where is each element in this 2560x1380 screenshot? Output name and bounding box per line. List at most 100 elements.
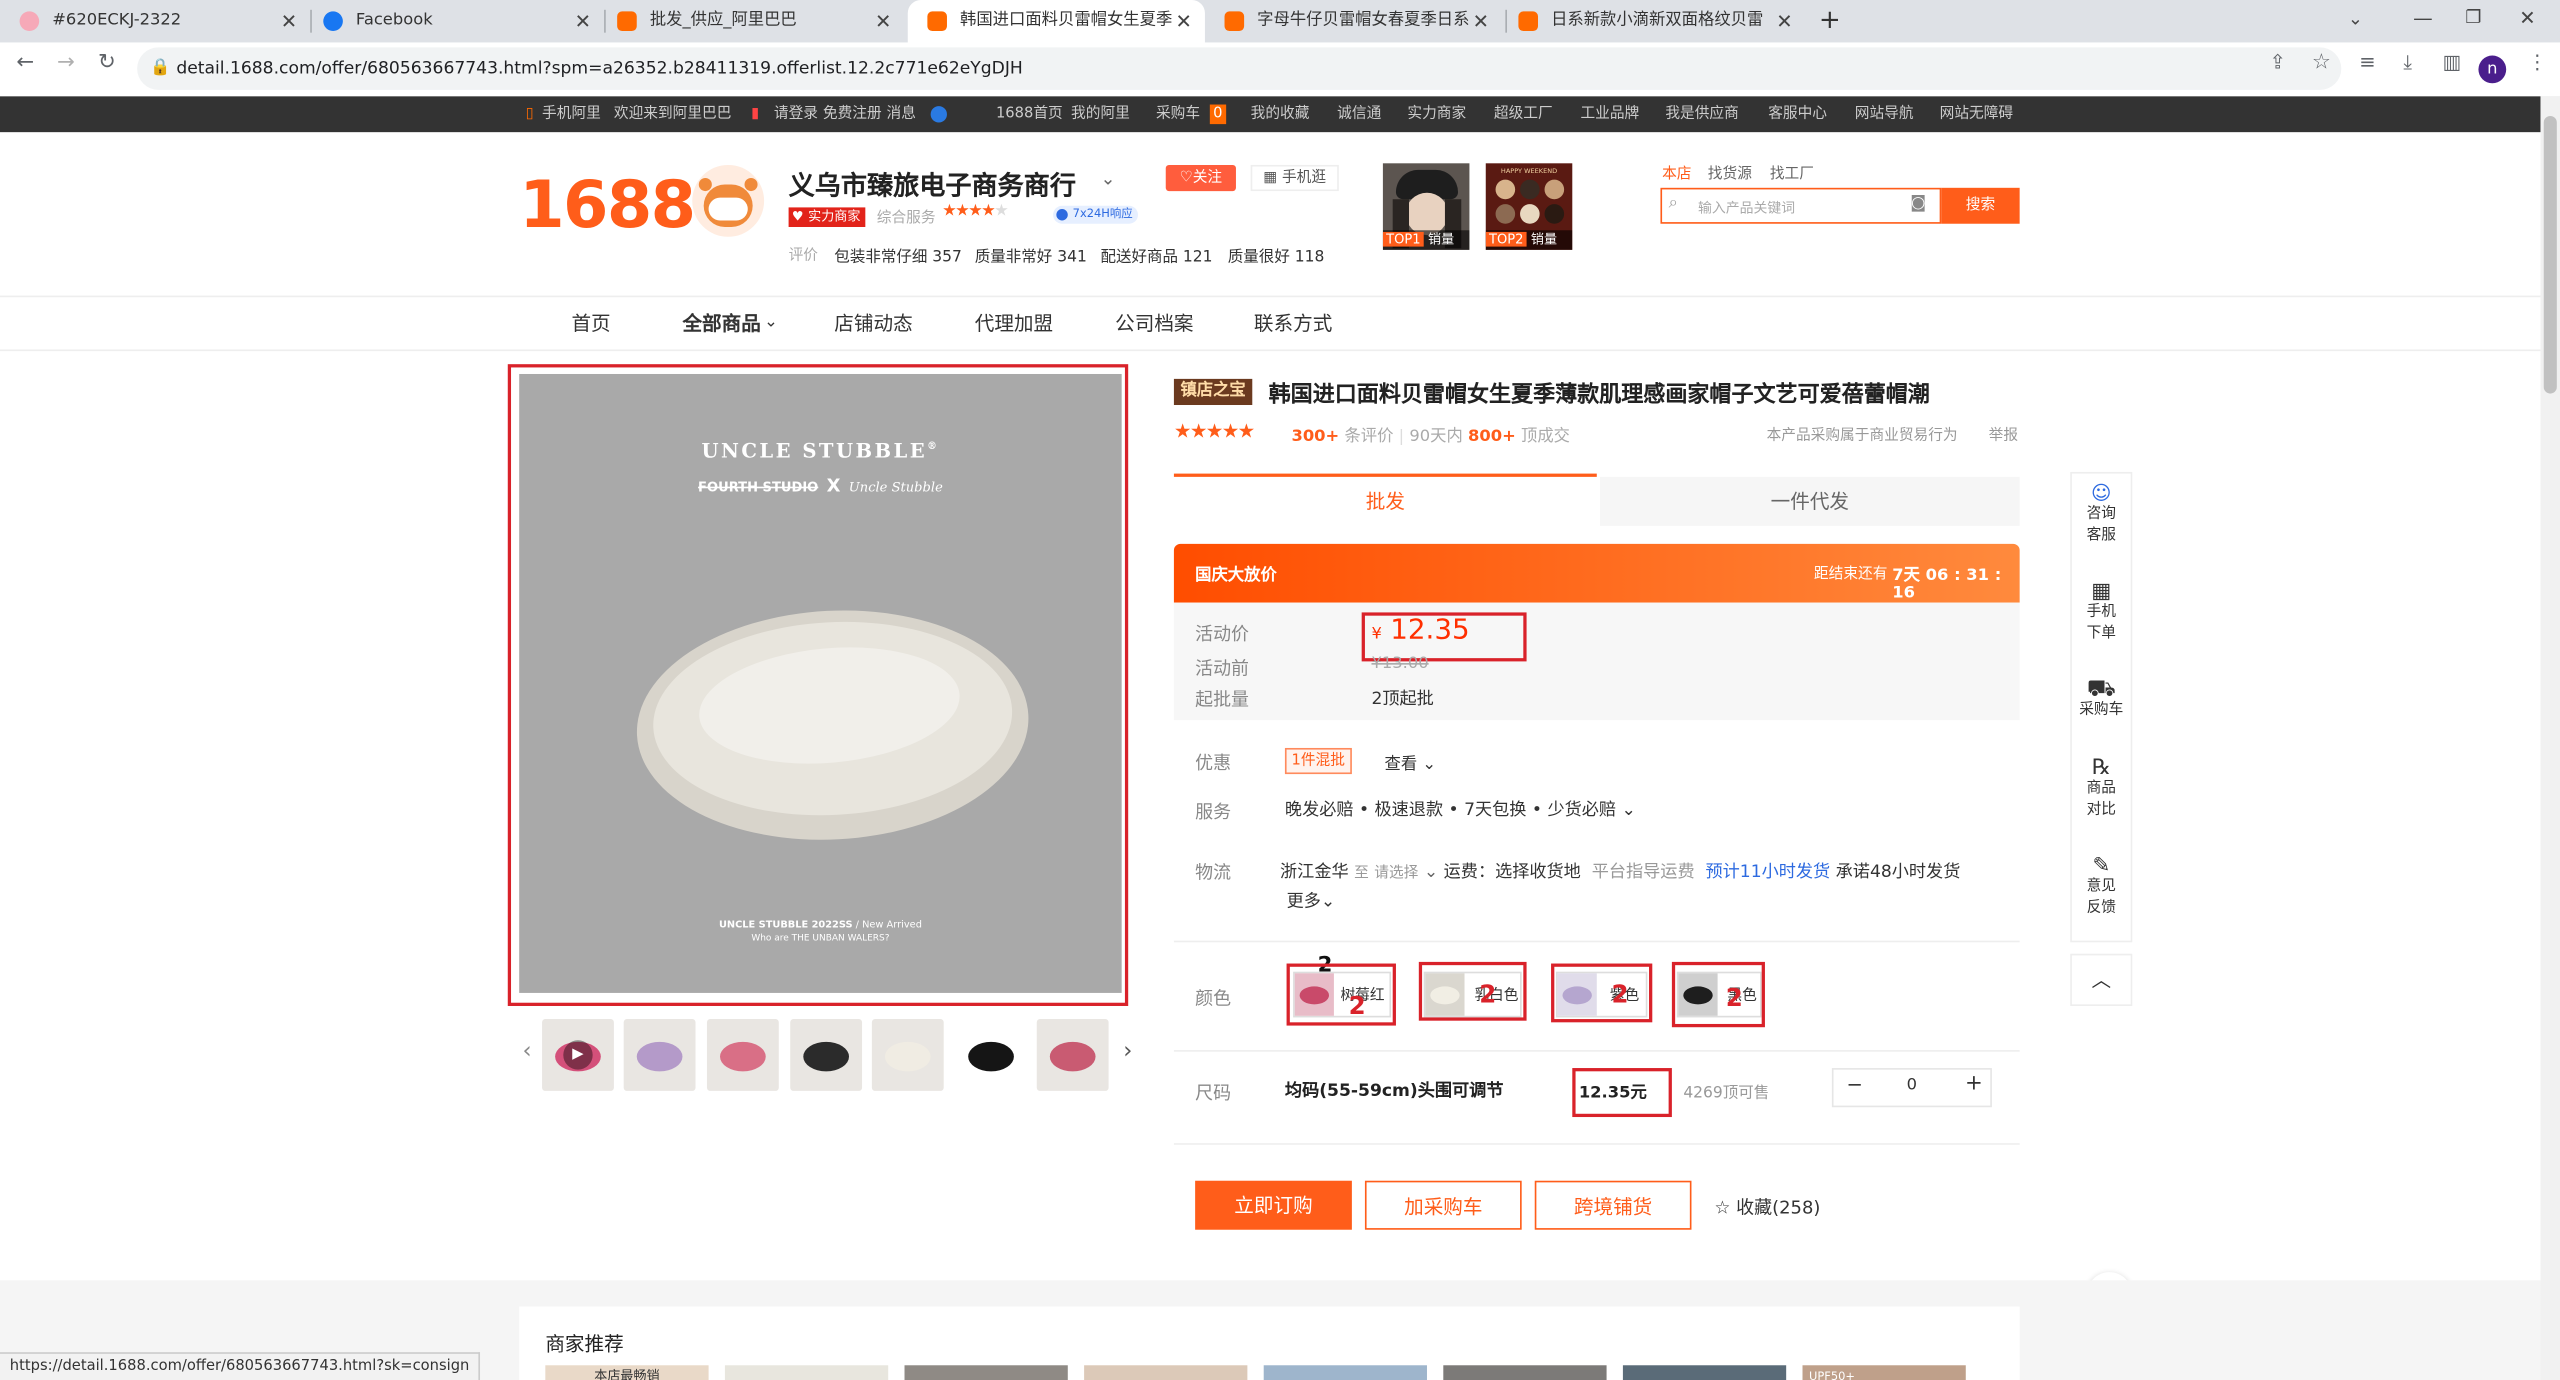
tab-search-icon[interactable]: ⌄ — [2348, 8, 2363, 29]
nav-contact[interactable]: 联系方式 — [1254, 297, 1332, 349]
recommend-card[interactable]: 本店最畅销 — [545, 1365, 709, 1380]
scrollbar-thumb[interactable] — [2543, 115, 2557, 394]
tab-current-product[interactable]: 韩国进口面料贝雷帽女生夏季薄 ✕ — [907, 0, 1205, 43]
supplier-link[interactable]: 我是供应商 — [1665, 96, 1738, 132]
home-link[interactable]: 1688首页 — [996, 96, 1063, 132]
address-bar[interactable]: 🔒 detail.1688.com/offer/680563667743.htm… — [137, 47, 2342, 90]
reading-list-icon[interactable]: ≡ — [2359, 51, 2375, 74]
close-icon[interactable]: ✕ — [281, 0, 297, 42]
nav-shop-news[interactable]: 店铺动态 — [834, 297, 912, 349]
thumb-next-icon[interactable]: › — [1123, 1039, 1132, 1065]
nav-all-products[interactable]: 全部商品 — [682, 297, 760, 349]
close-icon[interactable]: ✕ — [875, 0, 891, 42]
side-panel-icon[interactable]: ▥ — [2443, 51, 2462, 74]
quantity-stepper[interactable]: − 0 + — [1831, 1068, 1992, 1108]
sidebar-cart[interactable]: ⛟ 采购车 — [2070, 678, 2132, 721]
close-icon[interactable]: ✕ — [1175, 0, 1191, 42]
search-tab-factory[interactable]: 找工厂 — [1770, 162, 1814, 183]
tab-denim-beret[interactable]: 字母牛仔贝雷帽女春夏季日系显 ✕ — [1205, 0, 1502, 42]
shop-name[interactable]: 义乌市臻旅电子商务商行 — [789, 163, 1076, 202]
recommend-card[interactable] — [1263, 1365, 1427, 1380]
nav-company-profile[interactable]: 公司档案 — [1115, 297, 1193, 349]
super-factory-link[interactable]: 超级工厂 — [1494, 96, 1553, 132]
service-center-link[interactable]: 客服中心 — [1768, 96, 1827, 132]
site-nav-link[interactable]: 网站导航 — [1855, 96, 1914, 132]
logistics-more-link[interactable]: 更多⌄ — [1287, 888, 1336, 912]
recommend-card[interactable] — [1622, 1365, 1787, 1380]
recommend-card[interactable] — [904, 1365, 1068, 1380]
follow-button[interactable]: ♡关注 — [1165, 164, 1236, 192]
page-scrollbar[interactable] — [2540, 96, 2560, 1380]
1688-logo[interactable]: 1688 — [519, 168, 696, 243]
quantity-input[interactable]: 0 — [1892, 1076, 1931, 1094]
recommend-card[interactable] — [1443, 1365, 1607, 1380]
report-link[interactable]: 举报 — [1989, 423, 2018, 444]
forward-icon[interactable]: → — [57, 51, 75, 75]
share-icon[interactable]: ⇪ — [2269, 51, 2285, 74]
service-guarantees[interactable]: 晚发必赔 • 极速退款 • 7天包换 • 少货必赔 ⌄ — [1285, 797, 1636, 821]
back-icon[interactable]: ← — [16, 51, 34, 75]
industrial-brand-link[interactable]: 工业品牌 — [1580, 96, 1639, 132]
strong-merchant-link[interactable]: 实力商家 — [1407, 96, 1466, 132]
favorite-button[interactable]: ☆ 收藏(258) — [1714, 1194, 1820, 1220]
minus-button[interactable]: − — [1842, 1073, 1868, 1096]
thumb-prev-icon[interactable]: ‹ — [522, 1039, 531, 1065]
review-summary[interactable]: 300+ 条评价 | 90天内 800+ 顶成交 — [1291, 421, 1570, 446]
top1-product-image[interactable]: TOP1 销量 — [1382, 163, 1470, 250]
favorites-link[interactable]: 我的收藏 — [1251, 96, 1310, 132]
messages-link[interactable]: 消息 — [887, 96, 916, 132]
profile-avatar[interactable]: n — [2478, 55, 2507, 84]
sidebar-compare[interactable]: ℞ 商品对比 — [2070, 758, 2132, 822]
accessibility-link[interactable]: 网站无障碍 — [1940, 96, 2013, 132]
camera-icon[interactable]: ◙ — [1910, 194, 1926, 212]
nav-agent[interactable]: 代理加盟 — [975, 297, 1053, 349]
reload-icon[interactable]: ↻ — [98, 51, 116, 75]
tab-facebook[interactable]: Facebook ✕ — [304, 0, 604, 42]
tab-plaid-beret[interactable]: 日系新款小滴新双面格纹贝雷帽 ✕ — [1499, 0, 1806, 42]
shop-avatar[interactable] — [692, 164, 765, 237]
thumbnail[interactable] — [706, 1019, 779, 1091]
my-alibaba-link[interactable]: 我的阿里 — [1071, 96, 1130, 132]
top2-product-image[interactable]: HAPPY WEEKEND TOP2 销量 — [1485, 163, 1573, 250]
close-window-icon[interactable]: ✕ — [2519, 7, 2535, 30]
thumbnail[interactable] — [790, 1019, 863, 1091]
close-icon[interactable]: ✕ — [1473, 0, 1489, 42]
back-to-top-button[interactable]: ︿ — [2070, 953, 2133, 1006]
chevron-down-icon[interactable]: ⌄ — [1100, 168, 1115, 189]
cross-border-button[interactable]: 跨境铺货 — [1534, 1180, 1692, 1230]
tab-dropship[interactable]: 一件代发 — [1600, 476, 2020, 526]
recommend-card[interactable] — [724, 1365, 889, 1380]
add-to-cart-button[interactable]: 加采购车 — [1364, 1180, 1522, 1230]
menu-kebab-icon[interactable]: ⋮ — [2527, 51, 2547, 74]
mobile-alibaba-link[interactable]: 手机阿里 — [542, 96, 601, 132]
destination-select[interactable]: 请选择 — [1374, 866, 1418, 882]
tab-alibaba[interactable]: 批发_供应_阿里巴巴 ✕ — [598, 0, 905, 42]
thumbnail[interactable] — [1036, 1019, 1109, 1091]
discount-view-link[interactable]: 查看 ⌄ — [1385, 750, 1437, 774]
thumbnail[interactable] — [623, 1019, 696, 1091]
thumbnail[interactable] — [871, 1019, 944, 1091]
minimize-icon[interactable]: — — [2413, 7, 2433, 30]
thumbnail[interactable] — [955, 1019, 1027, 1091]
close-icon[interactable]: ✕ — [575, 0, 591, 42]
search-tab-store[interactable]: 本店 — [1662, 162, 1691, 183]
close-icon[interactable]: ✕ — [1776, 0, 1792, 42]
store-search-input[interactable]: ⌕ 输入产品关键词 ◙ — [1660, 187, 1942, 224]
nav-home[interactable]: 首页 — [571, 297, 610, 349]
tab-wholesale[interactable]: 批发 — [1173, 473, 1597, 526]
search-tab-source[interactable]: 找货源 — [1708, 162, 1752, 183]
sidebar-consult[interactable]: ☺ 咨询客服 — [2070, 483, 2132, 547]
sidebar-feedback[interactable]: ✎ 意见反馈 — [2070, 856, 2132, 920]
recommend-card[interactable]: UPF50+ — [1802, 1365, 1966, 1380]
tab-620eckj[interactable]: #620ECKJ-2322 ✕ — [0, 0, 310, 42]
plus-button[interactable]: + — [1961, 1071, 1987, 1095]
purchase-cart-link[interactable]: 采购车 — [1156, 96, 1200, 132]
recommend-card[interactable] — [1084, 1365, 1248, 1380]
trustpass-link[interactable]: 诚信通 — [1337, 96, 1381, 132]
restore-icon[interactable]: ❐ — [2465, 7, 2481, 28]
new-tab-icon[interactable]: + — [1819, 3, 1841, 34]
login-link[interactable]: 请登录 — [774, 96, 818, 132]
bookmark-star-icon[interactable]: ☆ — [2312, 51, 2331, 75]
search-button[interactable]: 搜索 — [1941, 187, 2020, 224]
buy-now-button[interactable]: 立即订购 — [1195, 1180, 1352, 1230]
